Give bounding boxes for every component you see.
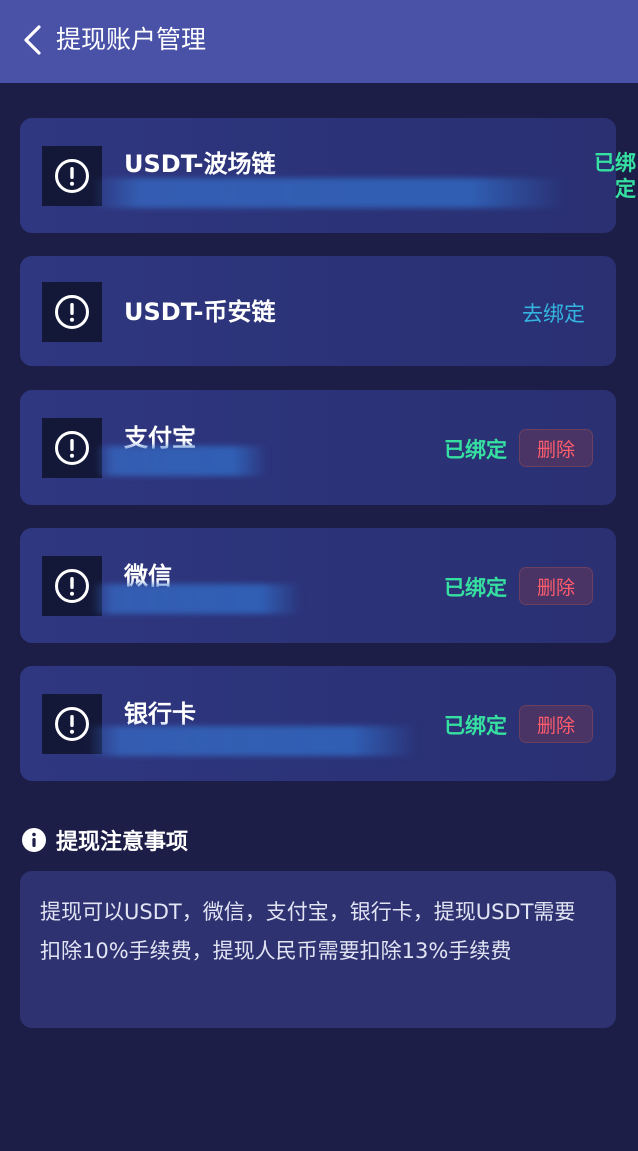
account-card-usdt-tron[interactable]: USDT-波场链 已绑 定 [20, 118, 636, 233]
notice-header: 提现注意事项 [22, 824, 188, 856]
masked-account-info [88, 726, 418, 756]
account-name: 银行卡 [124, 700, 196, 728]
back-chevron-icon[interactable] [22, 24, 44, 56]
notice-title: 提现注意事项 [56, 830, 189, 855]
account-icon-box [42, 418, 102, 478]
alert-circle-icon [55, 295, 89, 329]
account-card-usdt-bsc[interactable]: USDT-币安链 去绑定 [20, 256, 616, 366]
delete-button[interactable]: 删除 [519, 429, 593, 467]
page-title: 提现账户管理 [56, 25, 207, 54]
status-line-1: 已绑 [594, 151, 636, 175]
account-icon-box [42, 282, 102, 342]
delete-button[interactable]: 删除 [519, 705, 593, 743]
account-name: USDT-波场链 [124, 150, 276, 178]
account-card-bank[interactable]: 银行卡 已绑定 删除 [20, 666, 616, 781]
alert-circle-icon [55, 159, 89, 193]
alert-circle-icon [55, 431, 89, 465]
account-card-alipay[interactable]: 支付宝 已绑定 删除 [20, 390, 616, 505]
status-badge: 已绑定 [444, 576, 507, 600]
bind-button[interactable]: 去绑定 [522, 298, 585, 328]
alert-circle-icon [55, 569, 89, 603]
alert-circle-icon [55, 707, 89, 741]
status-badge: 已绑 定 [590, 150, 636, 202]
delete-button[interactable]: 删除 [519, 567, 593, 605]
status-line-2: 定 [615, 177, 636, 201]
account-name: USDT-币安链 [124, 298, 276, 326]
top-bar: 提现账户管理 [0, 0, 638, 83]
notice-box: 提现可以USDT，微信，支付宝，银行卡，提现USDT需要扣除10%手续费，提现人… [20, 871, 616, 1028]
masked-account-info [92, 584, 302, 614]
masked-account-info [92, 178, 566, 208]
status-badge: 已绑定 [444, 438, 507, 462]
info-circle-icon [22, 828, 46, 852]
notice-text: 提现可以USDT，微信，支付宝，银行卡，提现USDT需要扣除10%手续费，提现人… [40, 900, 576, 963]
status-badge: 已绑定 [444, 714, 507, 738]
masked-account-info [96, 446, 268, 476]
account-card-wechat[interactable]: 微信 已绑定 删除 [20, 528, 616, 643]
